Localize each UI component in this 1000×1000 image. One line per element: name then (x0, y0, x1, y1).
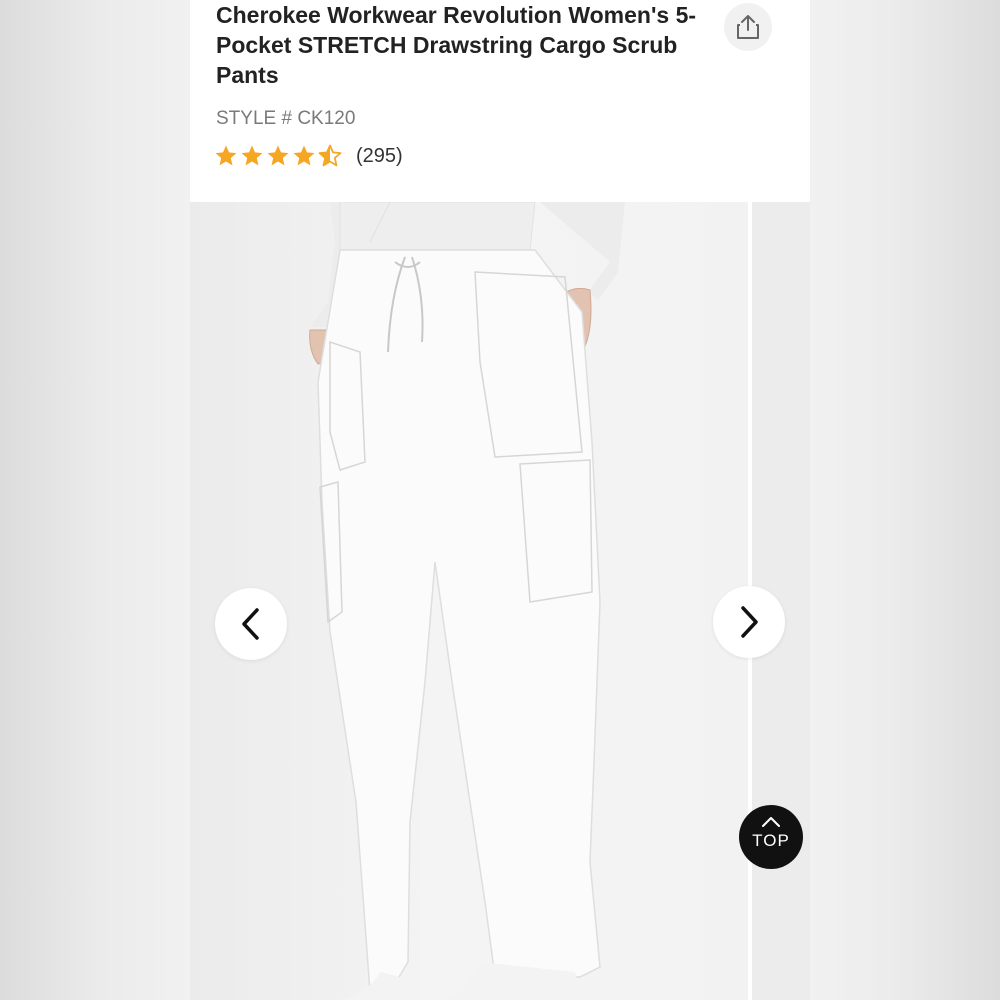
product-page: Cherokee Workwear Revolution Women's 5-P… (190, 0, 810, 1000)
star-icon (241, 145, 263, 166)
top-label: TOP (752, 831, 790, 850)
star-icon (215, 145, 237, 166)
share-icon (737, 15, 759, 39)
next-image-button[interactable] (713, 586, 785, 658)
style-number: STYLE # CK120 (216, 108, 356, 129)
chevron-left-icon (242, 608, 259, 640)
product-info-panel: Cherokee Workwear Revolution Women's 5-P… (190, 0, 810, 202)
previous-image-button[interactable] (215, 588, 287, 660)
star-icon (267, 145, 289, 166)
product-image-carousel[interactable]: TOP (190, 202, 810, 1000)
chevron-up-icon (762, 817, 780, 827)
share-button[interactable] (724, 3, 772, 51)
product-title: Cherokee Workwear Revolution Women's 5-P… (216, 2, 697, 88)
rating-stars[interactable]: (295) (214, 142, 403, 170)
half-star-icon (318, 144, 342, 167)
review-count[interactable]: (295) (356, 145, 403, 168)
star-icon (293, 145, 315, 166)
back-to-top-button[interactable]: TOP (739, 805, 803, 869)
chevron-right-icon (741, 606, 758, 638)
